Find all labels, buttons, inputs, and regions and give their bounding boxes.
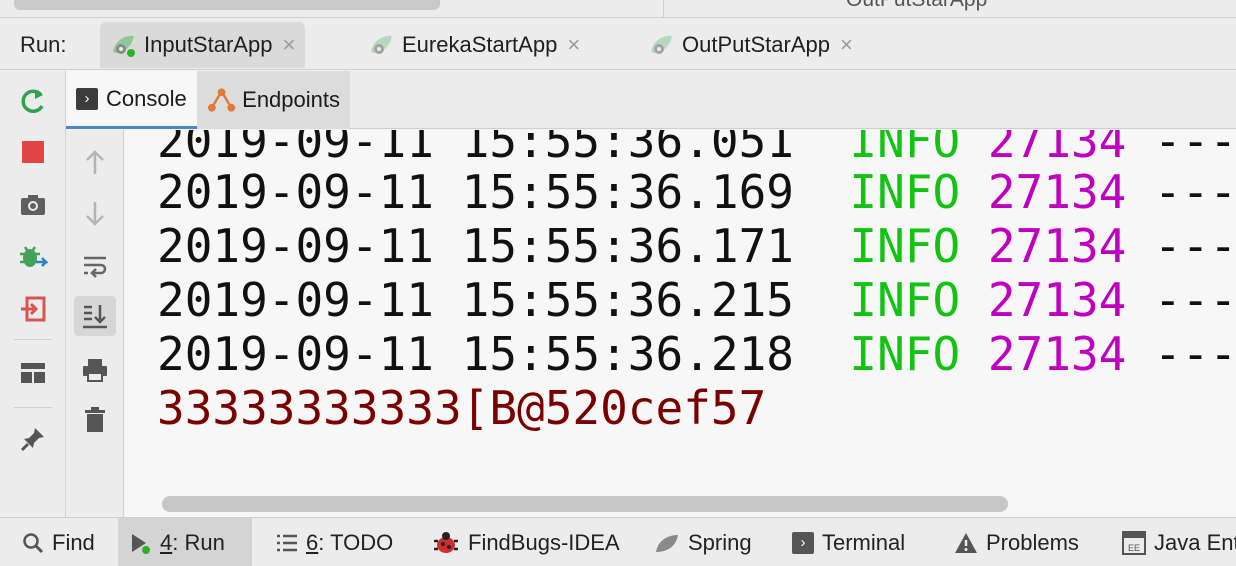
tool-run-mnemonic: 4: [160, 529, 173, 555]
run-tab-bar: Run: InputStarApp × EurekaStartApp × Out…: [0, 18, 1236, 70]
top-strip: OutPutStarApp: [0, 0, 1236, 18]
tool-spring-label: Spring: [688, 529, 752, 555]
run-toolbar: [0, 71, 66, 517]
tab-endpoints-label: Endpoints: [242, 87, 340, 112]
pin-icon[interactable]: [17, 423, 49, 455]
tool-java-enterprise-label: Java Ent: [1154, 529, 1236, 555]
top-divider: [663, 0, 664, 17]
exit-icon[interactable]: [17, 293, 49, 325]
leaf-icon: [654, 532, 680, 554]
endpoints-icon: [207, 88, 236, 112]
terminal-icon: ›: [792, 531, 814, 554]
tab-console[interactable]: › Console: [66, 71, 197, 129]
tool-todo-label: : TODO: [318, 529, 394, 555]
horizontal-scrollbar[interactable]: [162, 496, 1008, 512]
tool-window-bar: Find 4: Run 6: TODO FindBugs-IDEA Spring…: [0, 517, 1236, 566]
layout-icon[interactable]: [17, 357, 49, 389]
tool-find[interactable]: Find: [12, 518, 105, 566]
tool-todo-mnemonic: 6: [306, 529, 319, 555]
run-tab-inputstarapp[interactable]: InputStarApp ×: [100, 22, 306, 68]
run-tab-label: OutPutStarApp: [682, 32, 830, 57]
tool-terminal[interactable]: › Terminal: [782, 518, 915, 566]
trash-icon[interactable]: [74, 400, 116, 440]
close-icon[interactable]: ×: [282, 32, 295, 58]
java-ee-icon: EE: [1122, 530, 1146, 555]
toolbar-separator: [14, 407, 52, 408]
spring-boot-icon: [371, 35, 392, 54]
tool-terminal-label: Terminal: [822, 529, 906, 555]
log-line: 2019-09-11 15:55:36.218 INFO 27134 --- [: [157, 327, 1236, 381]
console-tab-bar: › Console Endpoints: [66, 71, 1236, 129]
debug-icon[interactable]: [17, 241, 49, 273]
bug-icon: [432, 531, 460, 555]
run-icon: [128, 531, 152, 555]
log-output-line: 33333333333[B@520cef57: [157, 381, 767, 435]
close-icon[interactable]: ×: [840, 32, 853, 58]
tab-endpoints[interactable]: Endpoints: [197, 71, 350, 129]
tool-java-enterprise[interactable]: EE Java Ent: [1112, 518, 1236, 566]
toolbar-separator: [14, 339, 52, 340]
soft-wrap-icon[interactable]: [74, 246, 116, 286]
run-tab-label: EurekaStartApp: [402, 32, 558, 57]
spring-boot-icon: [113, 35, 135, 57]
tool-findbugs-label: FindBugs-IDEA: [468, 529, 620, 555]
scroll-to-end-icon[interactable]: [74, 296, 116, 336]
warning-icon: [954, 532, 978, 554]
log-line: 2019-09-11 15:55:36.051 INFO 27134 --- [: [157, 130, 1236, 168]
console-output[interactable]: 2019-09-11 15:55:36.051 INFO 27134 --- […: [125, 130, 1236, 517]
tool-spring[interactable]: Spring: [644, 518, 762, 566]
print-icon[interactable]: [74, 350, 116, 390]
console-toolbar: [66, 130, 124, 517]
up-arrow-icon[interactable]: [74, 142, 116, 182]
tool-find-label: Find: [52, 529, 95, 555]
tab-console-label: Console: [106, 85, 187, 111]
camera-icon[interactable]: [17, 189, 49, 221]
spring-boot-icon: [651, 35, 672, 54]
search-icon: [22, 532, 44, 554]
tool-problems[interactable]: Problems: [944, 518, 1089, 566]
list-icon: [276, 533, 298, 553]
top-scrollbar[interactable]: [14, 0, 440, 10]
stop-icon[interactable]: [17, 136, 49, 168]
tool-todo[interactable]: 6: TODO: [266, 518, 403, 566]
run-tab-eurekastartapp[interactable]: EurekaStartApp ×: [358, 22, 590, 68]
run-tab-outputstarapp[interactable]: OutPutStarApp ×: [638, 22, 863, 68]
top-partial-label: OutPutStarApp: [846, 0, 987, 12]
down-arrow-icon[interactable]: [74, 194, 116, 234]
run-tab-label: InputStarApp: [144, 32, 273, 57]
run-label: Run:: [20, 32, 67, 57]
rerun-icon[interactable]: [17, 85, 49, 117]
tool-problems-label: Problems: [986, 529, 1079, 555]
tool-run[interactable]: 4: Run: [118, 518, 252, 566]
console-icon: ›: [76, 87, 98, 110]
svg-text:EE: EE: [1128, 543, 1140, 553]
tool-findbugs[interactable]: FindBugs-IDEA: [422, 518, 630, 566]
log-line: 2019-09-11 15:55:36.215 INFO 27134 --- [: [157, 273, 1236, 327]
log-line: 2019-09-11 15:55:36.169 INFO 27134 --- [: [157, 165, 1236, 219]
tool-run-label: : Run: [172, 529, 225, 555]
close-icon[interactable]: ×: [567, 32, 580, 58]
log-line: 2019-09-11 15:55:36.171 INFO 27134 --- [: [157, 219, 1236, 273]
